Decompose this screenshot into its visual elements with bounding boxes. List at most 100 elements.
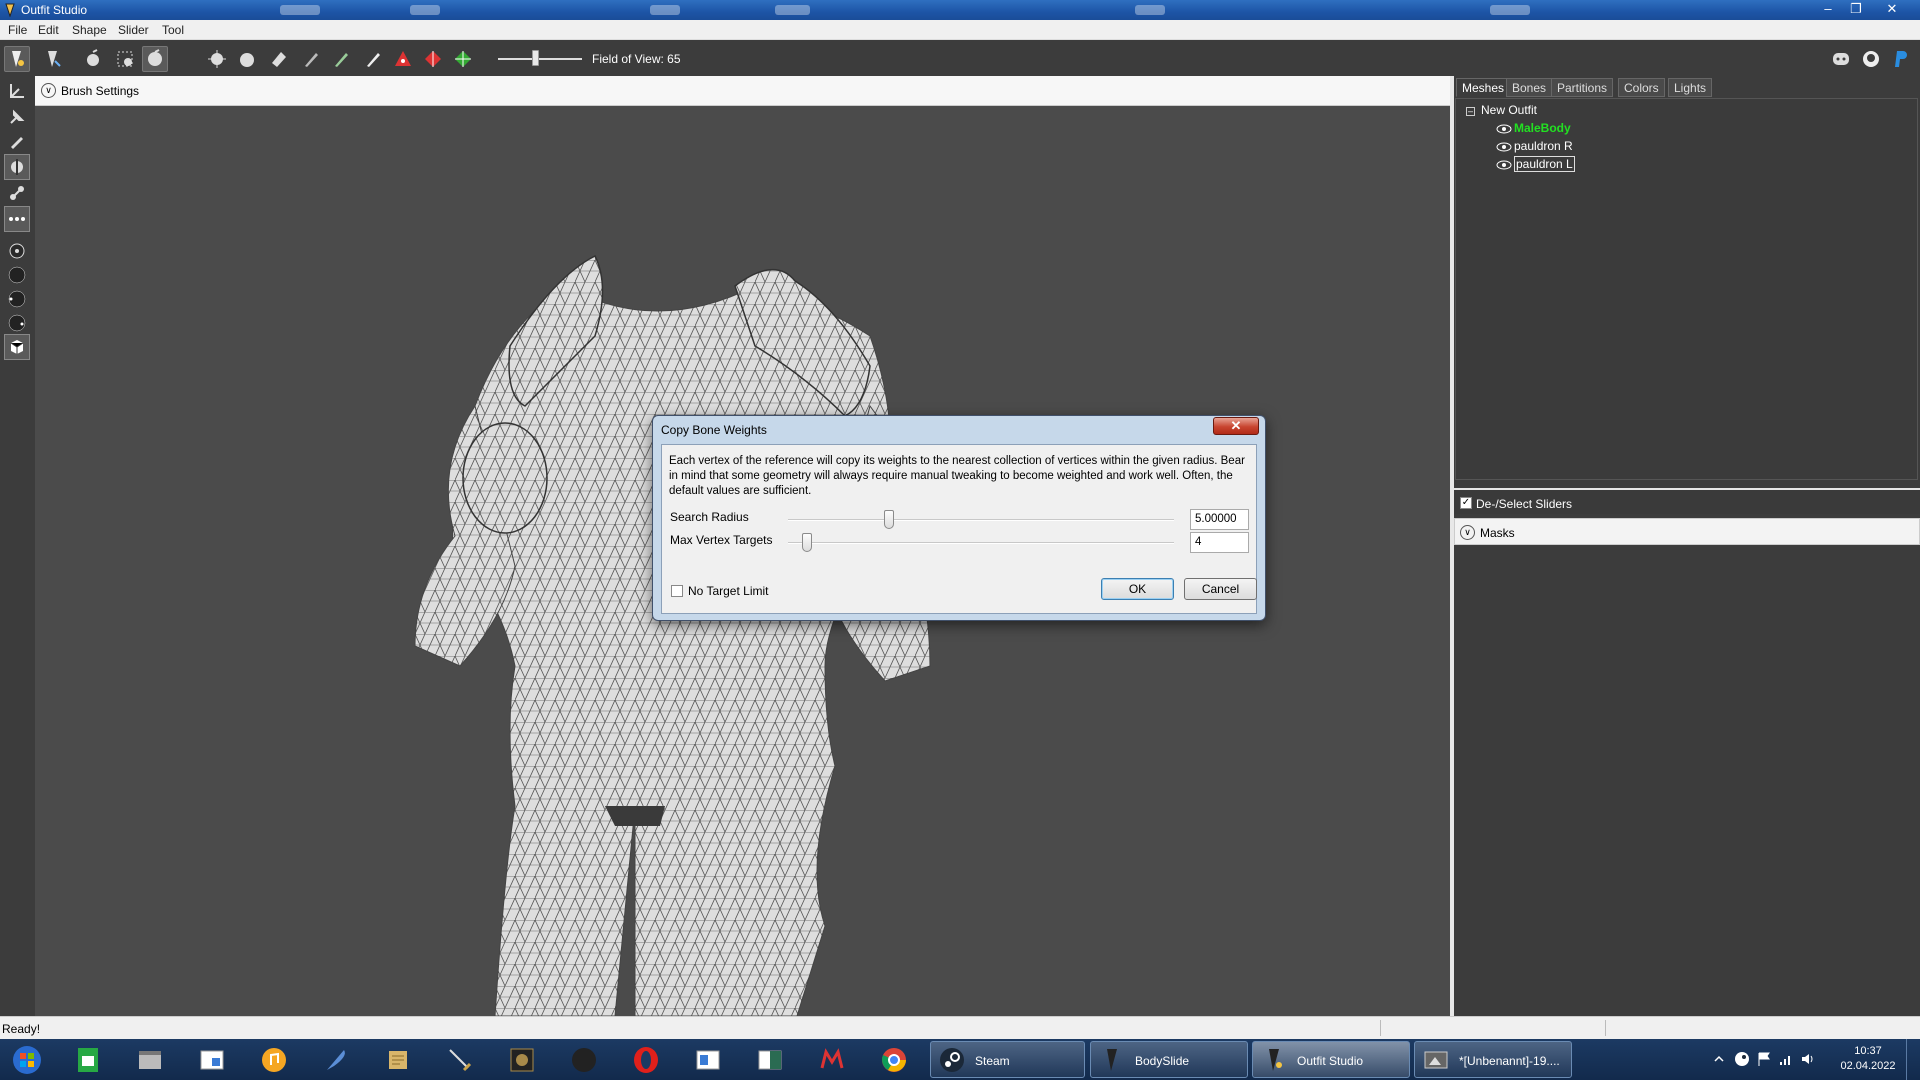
taskbar-window-paint[interactable]: *[Unbenannt]-19....: [1414, 1041, 1572, 1078]
taskbar-app-sheets[interactable]: [62, 1042, 114, 1077]
taskbar-app-panel[interactable]: [744, 1042, 796, 1077]
game-icon: [510, 1048, 534, 1071]
pencil-button[interactable]: [4, 128, 30, 154]
flip-edge-button[interactable]: [420, 46, 446, 72]
max-vertex-track[interactable]: [788, 542, 1174, 544]
restore-button[interactable]: ❐: [1844, 1, 1868, 17]
taskbar-app-circle[interactable]: [558, 1042, 610, 1077]
split-edge-button[interactable]: [450, 46, 476, 72]
select-sliders-checkbox[interactable]: ✓: [1460, 497, 1472, 509]
taskbar-window-steam[interactable]: Steam: [930, 1041, 1085, 1078]
masks-header[interactable]: ∨ Masks: [1454, 518, 1920, 545]
mesh-item-pauldron-l[interactable]: pauldron L: [1496, 156, 1575, 172]
taskbar-window-outfit-studio[interactable]: Outfit Studio: [1252, 1041, 1410, 1078]
eye-icon[interactable]: [1496, 142, 1512, 152]
fov-slider-track[interactable]: [498, 58, 582, 60]
tab-partitions[interactable]: Partitions: [1551, 78, 1614, 97]
search-radius-input[interactable]: 5.00000: [1190, 509, 1249, 530]
search-radius-track[interactable]: [788, 519, 1174, 521]
chevron-down-icon[interactable]: ∨: [1460, 525, 1475, 540]
max-vertex-input[interactable]: 4: [1190, 532, 1249, 553]
dialog-close-button[interactable]: ✕: [1213, 417, 1259, 435]
taskbar-app-music[interactable]: [248, 1042, 300, 1077]
menu-file[interactable]: File: [8, 23, 27, 37]
pin-icon: [10, 109, 25, 124]
tab-bones[interactable]: Bones: [1506, 78, 1553, 97]
diamond-red-icon: [425, 51, 441, 67]
brush-size-small[interactable]: [4, 238, 30, 264]
brush-tool-button[interactable]: [80, 46, 106, 72]
menu-shape[interactable]: Shape: [72, 23, 107, 37]
collapse-vertex-button[interactable]: [390, 46, 416, 72]
network-icon[interactable]: [1778, 1051, 1794, 1067]
tray-clock[interactable]: 10:37 02.04.2022: [1838, 1044, 1898, 1074]
taskbar-app-window2[interactable]: [682, 1042, 734, 1077]
steam-tray-icon[interactable]: [1734, 1051, 1750, 1067]
connected-button[interactable]: [4, 180, 30, 206]
taskbar-app-opera[interactable]: [620, 1042, 672, 1077]
select-tool-button[interactable]: [4, 46, 30, 72]
taskbar-app-explorer[interactable]: [186, 1042, 238, 1077]
taskbar-app-mx[interactable]: [806, 1042, 858, 1077]
close-window-button[interactable]: ✕: [1880, 1, 1904, 17]
max-vertex-label: Max Vertex Targets: [670, 533, 773, 547]
smooth-tool-button[interactable]: [234, 46, 260, 72]
eye-icon[interactable]: [1496, 124, 1512, 134]
alpha-brush-button[interactable]: [360, 46, 386, 72]
xray-button[interactable]: [4, 206, 30, 232]
pen-green-icon: [335, 53, 348, 67]
menu-tool[interactable]: Tool: [162, 23, 184, 37]
mirror-button[interactable]: [4, 154, 30, 180]
chevron-down-icon[interactable]: ∨: [41, 83, 56, 98]
undiff-tool-button[interactable]: [266, 46, 292, 72]
discord-button[interactable]: [1828, 46, 1854, 72]
inflate-tool-button[interactable]: [142, 46, 168, 72]
menu-edit[interactable]: Edit: [38, 23, 59, 37]
no-target-limit-checkbox[interactable]: [671, 585, 683, 597]
minimize-button[interactable]: –: [1816, 1, 1840, 17]
search-radius-thumb[interactable]: [884, 510, 894, 529]
eye-icon[interactable]: [1496, 160, 1512, 170]
mask-tool-button[interactable]: [112, 46, 138, 72]
tree-root[interactable]: – New Outfit: [1466, 103, 1537, 117]
max-vertex-thumb[interactable]: [802, 533, 812, 552]
taskbar-app-feather[interactable]: [310, 1042, 362, 1077]
tray-expand-icon[interactable]: [1714, 1054, 1724, 1064]
triangle-red-icon: [395, 51, 411, 66]
cancel-button[interactable]: Cancel: [1184, 578, 1257, 600]
wireframe-button[interactable]: [4, 334, 30, 360]
taskbar-app-chrome[interactable]: [868, 1042, 920, 1077]
color-brush-button[interactable]: [328, 46, 354, 72]
taskbar-app-game[interactable]: [496, 1042, 548, 1077]
deflate-tool-button[interactable]: [172, 46, 198, 72]
taskbar-app-scroll[interactable]: [372, 1042, 424, 1077]
show-desktop-button[interactable]: [1906, 1039, 1920, 1080]
paypal-button[interactable]: [1888, 46, 1914, 72]
axes-button[interactable]: [4, 78, 30, 104]
brush-falloff[interactable]: [4, 310, 30, 336]
github-button[interactable]: [1858, 46, 1884, 72]
no-target-limit-label: No Target Limit: [688, 584, 769, 598]
fov-slider-thumb[interactable]: [532, 50, 539, 66]
brush-settings-header[interactable]: ∨ Brush Settings: [35, 76, 1450, 106]
move-tool-button[interactable]: [204, 46, 230, 72]
taskbar-app-archive[interactable]: [124, 1042, 176, 1077]
menu-slider[interactable]: Slider: [118, 23, 149, 37]
taskbar-window-bodyslide[interactable]: BodySlide: [1090, 1041, 1248, 1078]
mesh-item-pauldron-r[interactable]: pauldron R: [1496, 139, 1573, 153]
brush-size-medium[interactable]: [4, 262, 30, 288]
flag-icon[interactable]: [1756, 1051, 1772, 1067]
weight-brush-button[interactable]: [298, 46, 324, 72]
tab-colors[interactable]: Colors: [1618, 78, 1665, 97]
taskbar-app-sword[interactable]: [434, 1042, 486, 1077]
transform-tool-button[interactable]: [40, 46, 66, 72]
brush-size-large[interactable]: [4, 286, 30, 312]
mesh-item-malebody[interactable]: MaleBody: [1496, 121, 1571, 135]
collapse-icon[interactable]: –: [1466, 107, 1475, 116]
tab-meshes[interactable]: Meshes: [1456, 78, 1511, 97]
tab-lights[interactable]: Lights: [1668, 78, 1713, 97]
start-button[interactable]: [0, 1042, 54, 1077]
volume-icon[interactable]: [1800, 1051, 1816, 1067]
ok-button[interactable]: OK: [1101, 578, 1174, 600]
pin-button[interactable]: [4, 104, 30, 130]
